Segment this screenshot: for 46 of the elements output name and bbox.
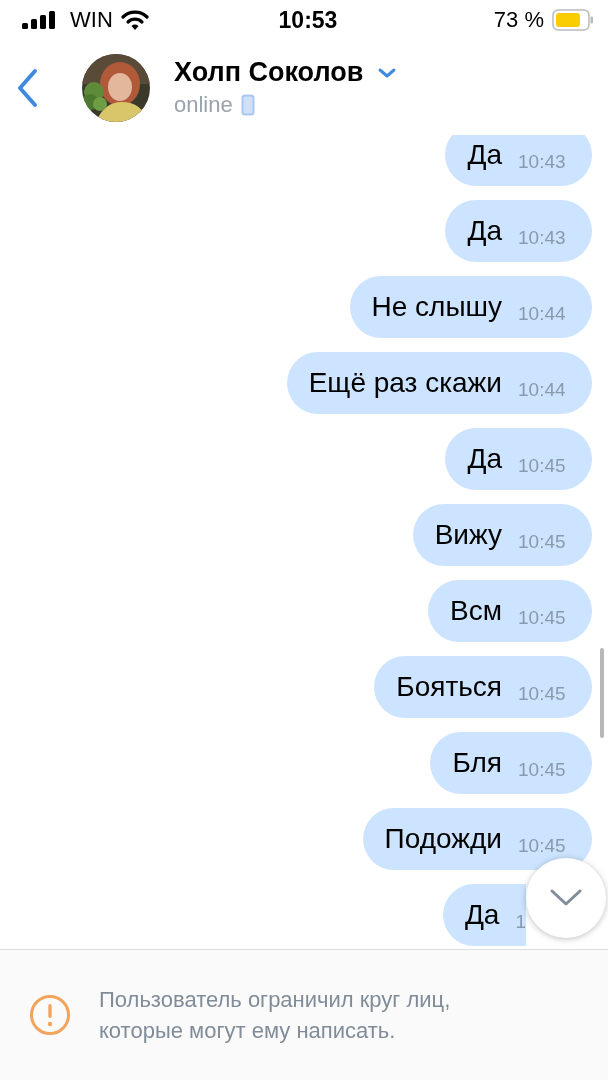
- message-time: 10:45: [518, 607, 567, 629]
- warning-icon: [29, 994, 71, 1036]
- message-text: Да: [467, 139, 502, 171]
- message-text: Бояться: [396, 671, 502, 703]
- carrier-name: WIN: [70, 7, 113, 33]
- message-bubble[interactable]: Да 10:43: [445, 135, 592, 186]
- message-time: 1: [515, 911, 526, 933]
- message-time: 10:44: [518, 303, 567, 325]
- message-time: 10:45: [518, 683, 567, 705]
- message-bubble[interactable]: Подожди 10:45: [362, 808, 592, 870]
- message-bubble[interactable]: Ещё раз скажи 10:44: [286, 352, 592, 414]
- restriction-notice: Пользователь ограничил круг лиц, которые могут ему написать.: [99, 986, 452, 1045]
- message-bubble[interactable]: Да 10:45: [445, 428, 592, 490]
- message-text: Бля: [452, 747, 502, 779]
- message-time: 10:44: [518, 379, 567, 401]
- back-button[interactable]: [16, 67, 38, 108]
- message-time: 10:43: [518, 227, 567, 249]
- message-text: Ещё раз скажи: [308, 367, 502, 399]
- message-bubble[interactable]: Да 10:43: [445, 200, 592, 262]
- message-time: 10:45: [518, 531, 567, 553]
- battery-percent: 73 %: [493, 7, 544, 33]
- message-bubble[interactable]: Вижу 10:45: [412, 504, 592, 566]
- battery-icon: [552, 9, 594, 31]
- message-text: Да: [467, 215, 502, 247]
- online-status: online: [174, 92, 233, 118]
- message-text: Подожди: [384, 823, 502, 855]
- message-time: 10:45: [518, 759, 567, 781]
- message-text: Всм: [450, 595, 502, 627]
- message-bubble[interactable]: Не слышу 10:44: [349, 276, 592, 338]
- message-bubble[interactable]: Бояться 10:45: [374, 656, 592, 718]
- message-bubble[interactable]: Бля 10:45: [430, 732, 592, 794]
- message-bubble[interactable]: Всм 10:45: [428, 580, 592, 642]
- wifi-icon: [120, 9, 149, 31]
- chevron-down-icon: [549, 888, 583, 908]
- message-bubble[interactable]: Да 1: [442, 884, 526, 946]
- message-text: Да: [464, 899, 500, 931]
- message-text: Да: [467, 443, 502, 475]
- message-text: Не слышу: [371, 291, 502, 323]
- status-time: 10:53: [278, 6, 338, 34]
- message-time: 10:45: [518, 455, 567, 477]
- message-text: Вижу: [434, 519, 502, 551]
- message-time: 10:43: [518, 151, 567, 173]
- contact-name[interactable]: Холп Соколов: [174, 57, 364, 88]
- message-time: 10:45: [518, 835, 567, 857]
- chevron-down-icon[interactable]: [377, 66, 398, 79]
- phone-icon: [240, 94, 255, 116]
